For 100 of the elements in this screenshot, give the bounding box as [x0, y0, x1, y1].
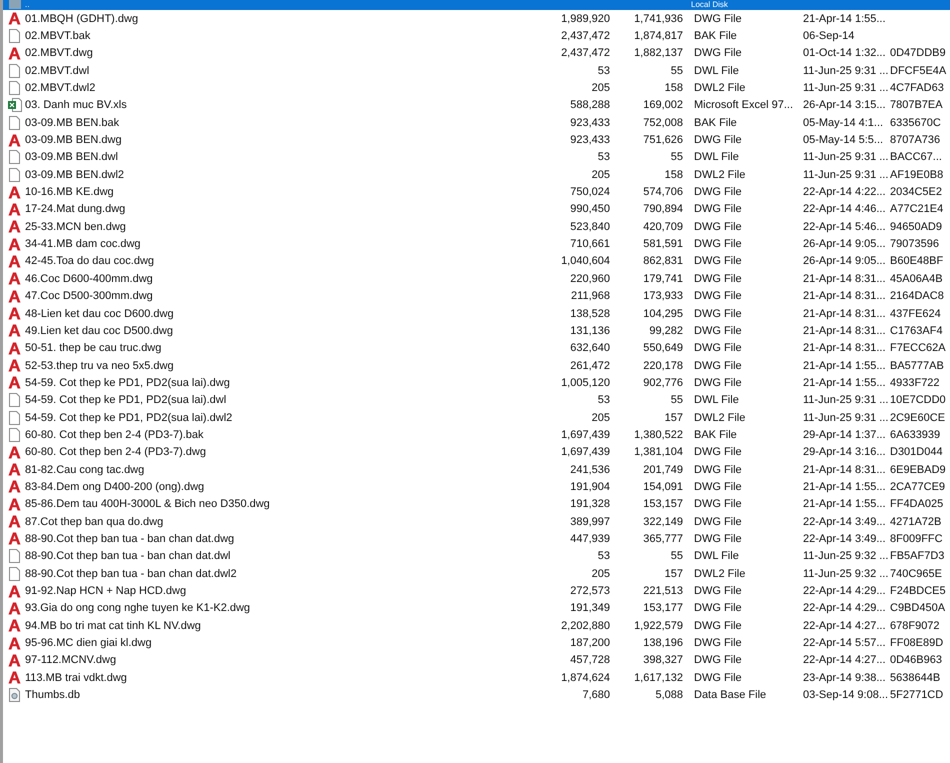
file-row[interactable]: 03. Danh muc BV.xls 588,288 169,002 Microsoft Excel 97... 26-Apr-14 3:15... 7807B7EA	[3, 96, 950, 114]
file-size: 7,680	[581, 689, 610, 702]
crc-value: 6335670C	[890, 116, 941, 129]
letter-a-icon	[8, 376, 21, 390]
file-row[interactable]: 42-45.Toa do dau coc.dwg 1,040,604 862,831 DWG File 26-Apr-14 9:05... B60E48BF	[3, 252, 950, 270]
file-row[interactable]: 49.Lien ket dau coc D500.dwg 131,136 99,282 DWG File 21-Apr-14 8:31... C1763AF4	[3, 322, 950, 340]
modified-date: 11-Jun-25 9:31 ...	[803, 394, 890, 406]
crc-value: 2C9E60CE	[890, 412, 946, 424]
crc-value: BACC67...	[890, 151, 942, 164]
packed-size: 55	[670, 394, 683, 406]
file-row[interactable]: 97-112.MCNV.dwg 457,728 398,327 DWG File 22-Apr-14 4:27... 0D46B963	[3, 652, 950, 670]
letter-a-icon	[8, 532, 21, 546]
file-type: DWG File	[693, 290, 743, 302]
modified-date: 21-Apr-14 1:55...	[803, 360, 887, 372]
crc-value: 8F009FFC	[890, 532, 943, 545]
file-row[interactable]: 54-59. Cot thep ke PD1, PD2(sua lai).dwl2 205 157 DWL2 File 11-Jun-25 9:31 ...2C9E60CE	[3, 408, 950, 426]
file-type: Data Base File	[693, 689, 768, 702]
crc-value: 7807B7EA	[890, 99, 943, 112]
file-row[interactable]: 48-Lien ket dau coc D600.dwg 138,528 104,295 DWG File 21-Apr-14 8:31... 437FE624	[3, 304, 950, 322]
file-type: DWL File	[693, 151, 740, 164]
file-row[interactable]: 91-92.Nap HCN + Nap HCD.dwg 272,573 221,513 DWG File 22-Apr-14 4:29... F24BDCE5	[3, 582, 950, 600]
file-row[interactable]: 54-59. Cot thep ke PD1, PD2(sua lai).dwl 53 55 DWL File 11-Jun-25 9:31 ...10E7CDD0	[3, 392, 950, 409]
file-row[interactable]: 02.MBVT.dwl 53 55 DWL File 11-Jun-25 9:31 ...DFCF5E4A	[3, 62, 950, 80]
crc-value: 5F2771CD	[890, 689, 944, 702]
crc-value: 4271A72B	[890, 516, 942, 528]
file-row[interactable]: 34-41.MB dam coc.dwg 710,661 581,591 DWG File 26-Apr-14 9:05... 79073596	[3, 235, 950, 253]
parent-folder-row[interactable]: .. Local Disk	[3, 0, 950, 10]
file-row[interactable]: 03-09.MB BEN.dwl2 205 158 DWL2 File 11-Jun-25 9:31 ...AF19E0B8	[3, 166, 950, 184]
file-name: 95-96.MC dien giai kl.dwg	[24, 637, 153, 650]
packed-size: 153,157	[642, 498, 683, 510]
file-size: 138,528	[569, 308, 610, 320]
file-size: 53	[596, 151, 610, 164]
file-row[interactable]: 54-59. Cot thep ke PD1, PD2(sua lai).dwg 1,005,120 902,776 DWG File 21-Apr-14 1:55... 4933F722	[3, 374, 950, 392]
packed-size: 173,933	[642, 290, 683, 302]
file-row[interactable]: 60-80. Cot thep ben 2-4 (PD3-7).dwg 1,697,439 1,381,104 DWG File 29-Apr-14 3:16... D301D044	[3, 444, 950, 461]
file-row[interactable]: 81-82.Cau cong tac.dwg 241,536 201,749 DWG File 21-Apr-14 8:31... 6E9EBAD9	[3, 460, 950, 478]
document-icon	[9, 116, 20, 130]
file-row[interactable]: 01.MBQH (GDHT).dwg 1,989,920 1,741,936 DWG File 21-Apr-14 1:55...	[3, 10, 950, 28]
packed-size: 574,706	[642, 186, 683, 198]
file-row[interactable]: 17-24.Mat dung.dwg 990,450 790,894 DWG File 22-Apr-14 4:46... A77C21E4	[3, 200, 950, 218]
database-file-icon	[9, 688, 20, 702]
file-name: 47.Coc D500-300mm.dwg	[24, 290, 154, 302]
modified-date: 21-Apr-14 1:55...	[803, 480, 887, 493]
crc-value: FB5AF7D3	[890, 550, 944, 562]
modified-date: 22-Apr-14 4:22...	[803, 186, 887, 198]
file-row[interactable]: Thumbs.db 7,680 5,088 Data Base File 03-Sep-14 9:08... 5F2771CD	[3, 686, 950, 704]
crc-value: 79073596	[890, 238, 939, 250]
file-row[interactable]: 88-90.Cot thep ban tua - ban chan dat.dwl2 205 157 DWL2 File 11-Jun-25 9:32 ...740C965E	[3, 565, 950, 582]
file-row[interactable]: 02.MBVT.bak 2,437,472 1,874,817 BAK File 06-Sep-14	[3, 27, 950, 45]
file-row[interactable]: 03-09.MB BEN.dwl 53 55 DWL File 11-Jun-25 9:31 ...BACC67...	[3, 148, 950, 166]
file-row[interactable]: 88-90.Cot thep ban tua - ban chan dat.dwl 53 55 DWL File 11-Jun-25 9:32 ...FB5AF7D3	[3, 548, 950, 565]
file-type: DWL2 File	[693, 168, 746, 181]
crc-value: F7ECC62A	[890, 342, 946, 354]
file-name: 88-90.Cot thep ban tua - ban chan dat.dwg	[24, 532, 236, 545]
file-row[interactable]: 93.Gia do ong cong nghe tuyen ke K1-K2.dwg 191,349 153,177 DWG File 22-Apr-14 4:29... C9BD450A	[3, 600, 950, 618]
file-row[interactable]: 83-84.Dem ong D400-200 (ong).dwg 191,904 154,091 DWG File 21-Apr-14 1:55... 2CA77CE9	[3, 478, 950, 496]
file-row[interactable]: 10-16.MB KE.dwg 750,024 574,706 DWG File 22-Apr-14 4:22... 2034C5E2	[3, 183, 950, 201]
crc-value: 10E7CDD0	[890, 394, 946, 406]
file-type: DWL2 File	[693, 568, 746, 580]
file-row[interactable]: 02.MBVT.dwl2 205 158 DWL2 File 11-Jun-25 9:31 ...4C7FAD63	[3, 79, 950, 97]
crc-value: 5638644B	[890, 672, 940, 684]
file-name: 34-41.MB dam coc.dwg	[24, 238, 142, 250]
file-row[interactable]: 95-96.MC dien giai kl.dwg 187,200 138,196 DWG File 22-Apr-14 5:57... FF08E89D	[3, 634, 950, 652]
file-name: 87.Cot thep ban qua do.dwg	[24, 516, 164, 528]
file-row[interactable]: 03-09.MB BEN.bak 923,433 752,008 BAK File 05-May-14 4:1... 6335670C	[3, 114, 950, 132]
file-row[interactable]: 50-51. thep be cau truc.dwg 632,640 550,649 DWG File 21-Apr-14 8:31... F7ECC62A	[3, 340, 950, 357]
document-icon	[9, 428, 20, 442]
file-type: DWG File	[693, 480, 743, 493]
file-size: 1,040,604	[560, 255, 610, 268]
file-row[interactable]: 02.MBVT.dwg 2,437,472 1,882,137 DWG File 01-Oct-14 1:32... 0D47DDB9	[3, 44, 950, 62]
file-type: DWG File	[693, 134, 743, 146]
file-row[interactable]: 46.Coc D600-400mm.dwg 220,960 179,741 DWG File 21-Apr-14 8:31... 45A06A4B	[3, 270, 950, 288]
file-row[interactable]: 25-33.MCN ben.dwg 523,840 420,709 DWG File 22-Apr-14 5:46... 94650AD9	[3, 218, 950, 236]
packed-size: 790,894	[642, 203, 683, 216]
modified-date: 22-Apr-14 4:27...	[803, 654, 887, 666]
file-row[interactable]: 85-86.Dem tau 400H-3000L & Bich neo D350.dwg 191,328 153,157 DWG File 21-Apr-14 1:55... FF4DA025	[3, 496, 950, 513]
crc-value: 2164DAC8	[890, 290, 944, 302]
file-row[interactable]: 94.MB bo tri mat cat tinh KL NV.dwg 2,202,880 1,922,579 DWG File 22-Apr-14 4:27... 678F9072	[3, 617, 950, 634]
crc-value: 740C965E	[890, 568, 942, 580]
file-type: Microsoft Excel 97...	[693, 99, 794, 112]
file-row[interactable]: 60-80. Cot thep ben 2-4 (PD3-7).bak 1,697,439 1,380,522 BAK File 29-Apr-14 1:37... 6A633939	[3, 426, 950, 444]
crc-value: 2CA77CE9	[890, 480, 946, 493]
packed-size: 1,741,936	[633, 12, 683, 25]
modified-date: 05-May-14 4:1...	[803, 116, 884, 129]
packed-size: 1,381,104	[633, 446, 683, 458]
file-size: 53	[596, 394, 610, 406]
letter-a-icon	[8, 654, 21, 667]
file-row[interactable]: 87.Cot thep ban qua do.dwg 389,997 322,149 DWG File 22-Apr-14 3:49... 4271A72B	[3, 512, 950, 530]
crc-value: 0D46B963	[890, 654, 942, 666]
file-row[interactable]: 88-90.Cot thep ban tua - ban chan dat.dwg 447,939 365,777 DWG File 22-Apr-14 3:49... 8F009FFC	[3, 530, 950, 548]
file-row[interactable]: 47.Coc D500-300mm.dwg 211,968 173,933 DWG File 21-Apr-14 8:31... 2164DAC8	[3, 288, 950, 305]
file-row[interactable]: 113.MB trai vdkt.dwg 1,874,624 1,617,132 DWG File 23-Apr-14 9:38... 5638644B	[3, 669, 950, 686]
crc-value: 8707A736	[890, 134, 940, 146]
file-row[interactable]: 52-53.thep tru va neo 5x5.dwg 261,472 220,178 DWG File 21-Apr-14 1:55... BA5777AB	[3, 356, 950, 374]
file-type: DWL File	[693, 550, 740, 562]
file-row[interactable]: 03-09.MB BEN.dwg 923,433 751,626 DWG File 05-May-14 5:5... 8707A736	[3, 131, 950, 149]
file-size: 205	[590, 82, 610, 94]
file-type: DWG File	[693, 255, 743, 268]
file-size: 187,200	[569, 637, 610, 650]
modified-date: 22-Apr-14 3:49...	[803, 532, 887, 545]
